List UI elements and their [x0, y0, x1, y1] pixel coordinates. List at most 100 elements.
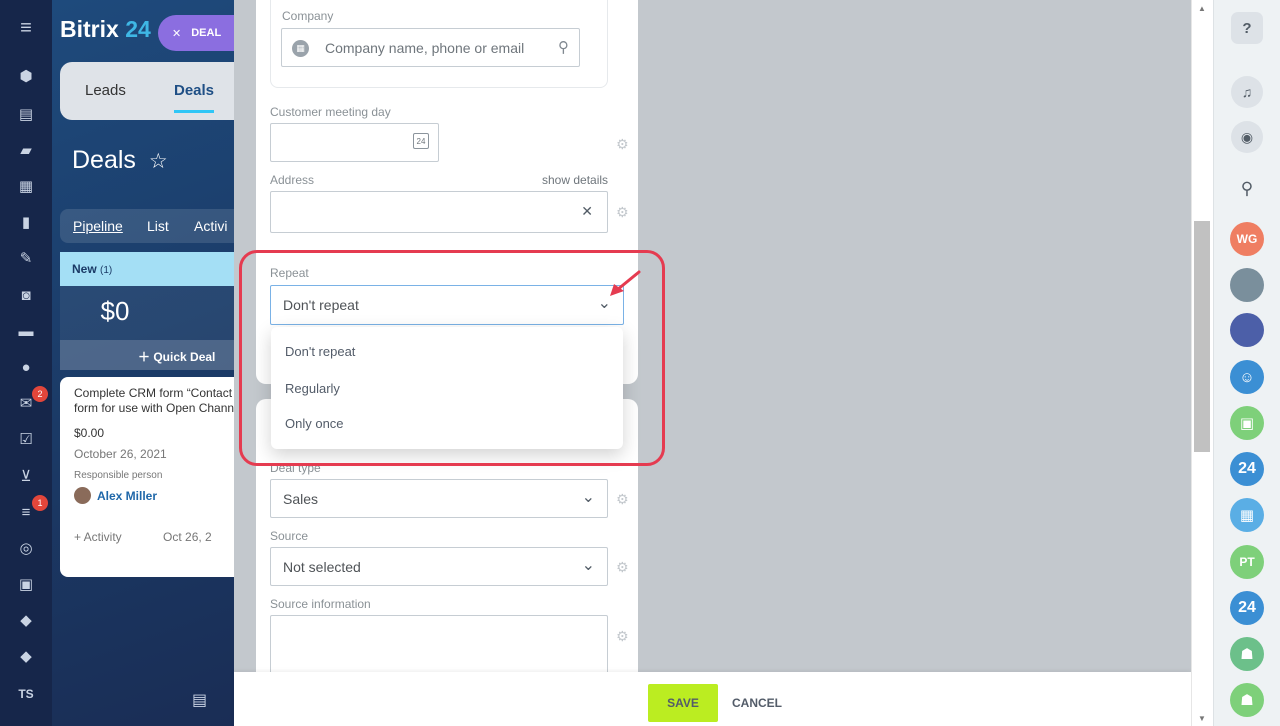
signature-icon[interactable]: ✎ [16, 248, 36, 268]
company-search-input[interactable]: ▦ Company name, phone or email ⚲ [281, 28, 580, 67]
view-pipeline[interactable]: Pipeline [73, 218, 123, 234]
gear-icon[interactable]: ⚙ [616, 491, 629, 508]
crm-tabs: Leads Deals [60, 62, 234, 120]
responsible-label: Responsible person [74, 470, 163, 481]
checkbox-icon[interactable]: ☑ [16, 429, 36, 449]
box-icon[interactable]: ◆ [16, 610, 36, 630]
tab-deals[interactable]: Deals [174, 82, 215, 113]
business-chat-icon[interactable]: ▣ [1230, 406, 1264, 440]
tasks-icon[interactable]: ▤ [16, 104, 36, 124]
logo-text: Bitrix [60, 16, 119, 42]
menu-icon[interactable]: ≡ [16, 17, 36, 39]
address-label: Address [270, 173, 315, 187]
drive-icon[interactable]: ▬ [16, 321, 36, 341]
logo-number: 24 [125, 16, 151, 42]
deal-card-activity: + Activity Oct 26, 2 [74, 530, 234, 544]
source-value: Not selected [283, 559, 361, 575]
printer-icon[interactable]: ▤ [192, 690, 207, 710]
add-activity-link[interactable]: + Activity [74, 530, 122, 544]
source-label: Source [270, 529, 309, 543]
target-icon[interactable]: ◎ [16, 538, 36, 558]
search-icon[interactable]: ⚲ [558, 38, 569, 56]
cancel-button[interactable]: CANCEL [732, 696, 782, 710]
feed-icon[interactable]: ⬢ [16, 66, 36, 86]
deal-card-title[interactable]: Complete CRM form “Contact information f… [74, 386, 234, 416]
calendar-chat-icon[interactable]: ▦ [1230, 498, 1264, 532]
page-title: Deals ☆ [72, 146, 168, 175]
deal-card[interactable]: Complete CRM form “Contact information f… [60, 377, 234, 577]
bell-icon[interactable]: ♫ [1231, 76, 1263, 108]
stage-sum: $0 [60, 286, 234, 340]
help-icon[interactable]: ? [1231, 12, 1263, 44]
deal-type-value: Sales [283, 491, 319, 507]
deal-edit-slider: Company ▦ Company name, phone or email ⚲… [234, 0, 1191, 726]
star-icon[interactable]: ☆ [149, 150, 168, 173]
filter-badge: 1 [32, 495, 48, 511]
group-icon[interactable]: ☗ [1230, 683, 1264, 717]
gear-icon[interactable]: ⚙ [616, 136, 629, 153]
gear-icon[interactable]: ⚙ [616, 204, 629, 221]
source-select[interactable]: Not selected ⌄ [270, 547, 608, 586]
meeting-day-label: Customer meeting day [270, 105, 391, 119]
chat-icon[interactable]: ▰ [16, 140, 36, 160]
deal-pill-label: DEAL [191, 27, 222, 39]
address-input[interactable]: ✕ [270, 191, 608, 233]
stage-header: New (1) [60, 252, 234, 286]
mail-badge: 2 [32, 386, 48, 402]
contacts-icon[interactable]: ● [16, 357, 36, 377]
building-icon: ▦ [292, 40, 309, 57]
clear-icon[interactable]: ✕ [581, 203, 593, 220]
show-details-link[interactable]: show details [542, 173, 608, 187]
bitrix24-chat-avatar[interactable]: 24 [1230, 452, 1264, 486]
page-title-text: Deals [72, 146, 136, 174]
avatar[interactable] [1230, 313, 1264, 347]
avatar-wg[interactable]: WG [1230, 222, 1264, 256]
deal-card-date: October 26, 2021 [74, 447, 167, 461]
right-sidebar: ? ♫ ◉ ⚲ WG ☺ ▣ 24 ▦ PT 24 ☗ ☗ [1213, 0, 1280, 726]
company-block: Company ▦ Company name, phone or email ⚲ [270, 0, 608, 88]
gear-icon[interactable]: ⚙ [616, 628, 629, 645]
bitrix24-chat-avatar[interactable]: 24 [1230, 591, 1264, 625]
company-label: Company [282, 9, 334, 23]
view-switcher: Pipeline List Activi [60, 209, 234, 243]
calendar-icon[interactable]: ▦ [16, 176, 36, 196]
deal-type-select[interactable]: Sales ⌄ [270, 479, 608, 518]
scrollbar[interactable]: ▲ ▼ [1191, 0, 1213, 726]
search-icon[interactable]: ⚲ [1231, 173, 1263, 205]
user-initials[interactable]: TS [16, 684, 36, 704]
stage-name: New [72, 262, 97, 276]
responsible-person[interactable]: Alex Miller [74, 487, 234, 504]
scroll-down-icon[interactable]: ▼ [1198, 714, 1206, 723]
robot-icon[interactable]: ◙ [16, 285, 36, 305]
avatar-pt[interactable]: PT [1230, 545, 1264, 579]
view-list[interactable]: List [147, 218, 169, 234]
plus-icon: ＋ [138, 350, 154, 364]
chevron-down-icon[interactable]: ⌄ [582, 555, 595, 575]
document-icon[interactable]: ▮ [16, 212, 36, 232]
quick-deal-button[interactable]: ＋ Quick Deal [60, 340, 234, 370]
close-icon[interactable]: ✕ [172, 27, 181, 40]
meeting-day-input[interactable]: 24 [270, 123, 439, 162]
arrow-annotation [610, 270, 641, 296]
chevron-down-icon[interactable]: ⌄ [582, 487, 595, 507]
cart-icon[interactable]: ⊻ [16, 466, 36, 486]
scroll-up-icon[interactable]: ▲ [1198, 4, 1206, 13]
messages-icon[interactable]: ◉ [1231, 121, 1263, 153]
contact-card-icon[interactable]: ▣ [16, 574, 36, 594]
company-placeholder: Company name, phone or email [325, 40, 525, 56]
scrollbar-thumb[interactable] [1194, 221, 1210, 452]
group-chat-icon[interactable]: ☺ [1230, 360, 1264, 394]
calendar-icon[interactable]: 24 [413, 133, 429, 149]
package-icon[interactable]: ◆ [16, 646, 36, 666]
stage-count: (1) [100, 265, 113, 276]
tab-leads[interactable]: Leads [85, 82, 126, 99]
save-button[interactable]: SAVE [648, 684, 718, 722]
view-activities[interactable]: Activi [194, 218, 227, 234]
gear-icon[interactable]: ⚙ [616, 559, 629, 576]
quick-deal-label: Quick Deal [153, 350, 216, 364]
responsible-name[interactable]: Alex Miller [97, 489, 157, 503]
source-info-label: Source information [270, 597, 371, 611]
deal-slider-tab[interactable]: ✕ DEAL [158, 15, 234, 51]
group-icon[interactable]: ☗ [1230, 637, 1264, 671]
avatar[interactable] [1230, 268, 1264, 302]
